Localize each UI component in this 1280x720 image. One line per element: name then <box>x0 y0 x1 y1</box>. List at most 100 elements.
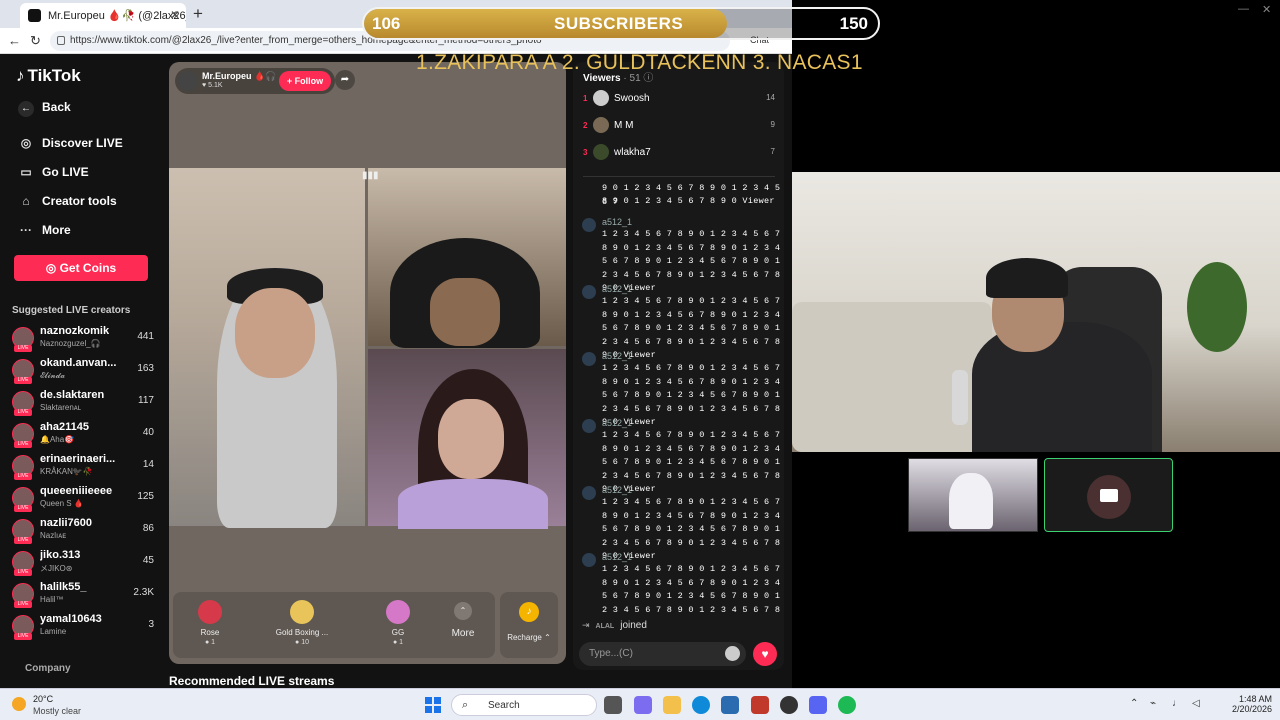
creator-name: queeeniiieeee <box>40 485 113 497</box>
gift-name: GG <box>391 628 405 637</box>
store-icon[interactable] <box>721 696 739 714</box>
spotify-icon[interactable] <box>838 696 856 714</box>
sidebar-item-go-live[interactable]: ▭ Go LIVE <box>18 165 88 179</box>
message-avatar <box>582 553 596 567</box>
creator-name: erinaerinaeri... <box>40 453 116 465</box>
emoji-icon[interactable] <box>725 646 740 661</box>
creator-display-name: Queen S 🩸 <box>40 499 84 508</box>
recharge-label: Recharge ⌃ <box>507 633 551 642</box>
host-face <box>235 288 315 378</box>
guest-video-panel-1[interactable] <box>368 168 566 348</box>
tiktok-page: ♪ TikTok ← Back ◎ Discover LIVE ▭ Go LIVE ⌂ C… <box>0 54 792 688</box>
minimize-icon[interactable]: — <box>1238 3 1249 15</box>
sidebar-item-creator-tools[interactable]: ⌂ Creator tools <box>18 194 116 208</box>
live-badge: LIVE <box>14 537 32 544</box>
close-tab-icon[interactable]: ✕ <box>170 8 180 22</box>
message-avatar <box>582 285 596 299</box>
guest-cam-2 <box>1044 458 1173 532</box>
chat-input[interactable]: Type...(C) <box>579 642 746 666</box>
creator-name: halilk55_ <box>40 581 87 593</box>
viewer-count: 163 <box>137 363 154 374</box>
top-viewer[interactable]: 2 M M 9 <box>583 117 775 137</box>
weather-desc: Mostly clear <box>33 706 82 716</box>
reload-icon[interactable]: ↻ <box>30 33 41 49</box>
sweater <box>398 479 548 529</box>
new-tab-icon[interactable]: + <box>193 4 203 24</box>
chat-messages[interactable]: 9 0 1 2 3 4 5 6 7 8 9 0 1 2 3 4 5 6 7 8 … <box>573 182 784 612</box>
viewer-avatar <box>593 144 609 160</box>
suggested-creator[interactable]: LIVE jiko.313 メJIKO⊛ 45 <box>12 549 154 579</box>
edge-icon[interactable] <box>692 696 710 714</box>
search-label: Search <box>488 700 520 711</box>
system-clock[interactable]: 1:48 AM 2/20/2026 <box>1222 694 1272 714</box>
message-username: a512_1 <box>602 284 633 294</box>
tab-title: Mr.Europeu 🩸🥀 (@2lax26_) is L <box>48 10 186 22</box>
suggested-creator[interactable]: LIVE nazlii7600 Nazlıᴀᴇ 86 <box>12 517 154 547</box>
taskbar-search[interactable]: ⌕ Search <box>451 694 597 716</box>
windows-start-icon[interactable] <box>425 697 441 713</box>
company-link[interactable]: Company <box>25 663 71 674</box>
top-supporters-ticker: 1.ZAKIPARA A 2. GULDTACKENN 3. NACAS1 <box>416 51 863 74</box>
camera-icon: ▭ <box>20 165 32 179</box>
live-stream-player[interactable]: ▮▮▮ Mr.Europeu 🩸🎧 ♥ 5.1K + Follow ➦ Rose… <box>169 62 566 664</box>
tiktok-logo[interactable]: ♪ TikTok <box>16 66 81 86</box>
like-heart-button[interactable]: ♥ <box>753 642 777 666</box>
suggested-creator[interactable]: LIVE yamal10643 Lamine 3 <box>12 613 154 643</box>
viewer-count: 86 <box>142 523 154 534</box>
suggested-title: Suggested LIVE creators <box>12 305 131 316</box>
viewer-count: 3 <box>148 619 154 630</box>
get-coins-button[interactable]: ◎ Get Coins <box>14 255 148 281</box>
acrobat-icon[interactable] <box>751 696 769 714</box>
copilot-icon[interactable] <box>634 696 652 714</box>
recharge-button[interactable]: ♪ Recharge ⌃ <box>500 592 558 658</box>
viewer-count: 441 <box>137 331 154 342</box>
suggested-creator[interactable]: LIVE naznozkomik Naznozguzel_🎧 441 <box>12 325 154 355</box>
gift-gg[interactable]: GG ● 1 <box>363 600 433 646</box>
suggested-creator[interactable]: LIVE de.slaktaren Slaktarenᴀʟ 117 <box>12 389 154 419</box>
guest-video-panel-2[interactable] <box>368 349 566 529</box>
back-button[interactable]: ← Back <box>18 100 71 117</box>
network-icon[interactable]: ⌁ <box>1150 698 1156 709</box>
more-gifts-button[interactable]: ⌃ More <box>431 600 495 639</box>
suggested-creator[interactable]: LIVE okand.anvan... 𝓔𝓵𝓲𝓷𝓭𝓪 163 <box>12 357 154 387</box>
live-badge: LIVE <box>14 409 32 416</box>
gift-gold-boxing[interactable]: Gold Boxing ... ● 10 <box>267 600 337 646</box>
gg-icon <box>386 600 410 624</box>
message-avatar <box>582 352 596 366</box>
message-username: a512_1 <box>602 418 633 428</box>
suggested-creator[interactable]: LIVE queeeniiieeee Queen S 🩸 125 <box>12 485 154 515</box>
follow-button[interactable]: + Follow <box>279 71 331 91</box>
close-window-icon[interactable]: ✕ <box>1262 3 1271 16</box>
task-view-icon[interactable] <box>604 696 622 714</box>
clock-date: 2/20/2026 <box>1231 704 1272 714</box>
back-arrow-icon[interactable]: ← <box>8 33 21 48</box>
speaker-icon[interactable]: ◁ <box>1192 698 1200 709</box>
share-icon[interactable]: ➦ <box>335 70 355 90</box>
viewer-count: 40 <box>142 427 154 438</box>
live-badge: LIVE <box>14 569 32 576</box>
live-badge: LIVE <box>14 441 32 448</box>
suggested-creator[interactable]: LIVE aha21145 🔔Aha🎯 40 <box>12 421 154 451</box>
file-explorer-icon[interactable] <box>663 696 681 714</box>
subscriber-goal-bar: 106 SUBSCRIBERS 150 <box>362 7 880 40</box>
top-viewer[interactable]: 3 wlakha7 7 <box>583 144 775 164</box>
viewer-rank: 1 <box>583 94 588 103</box>
top-viewer[interactable]: 1 Swoosh 14 <box>583 90 775 110</box>
host-info[interactable]: Mr.Europeu 🩸🎧 ♥ 5.1K + Follow <box>175 68 335 94</box>
get-coins-label: Get Coins <box>59 261 117 275</box>
sidebar-item-more[interactable]: ··· More <box>18 223 71 237</box>
subscriber-current: 106 <box>372 14 401 33</box>
discord-icon[interactable] <box>809 696 827 714</box>
gift-rose[interactable]: Rose ● 1 <box>175 600 245 646</box>
mic-icon[interactable]: ♩ <box>1172 698 1182 709</box>
host-video-panel[interactable] <box>169 168 365 528</box>
obs-icon[interactable] <box>780 696 798 714</box>
sidebar-item-discover-live[interactable]: ◎ Discover LIVE <box>18 136 123 150</box>
viewer-name: wlakha7 <box>614 147 651 158</box>
suggested-creator[interactable]: LIVE halilk55_ Halil™ 2.3K <box>12 581 154 611</box>
creator-name: yamal10643 <box>40 613 102 625</box>
suggested-creator[interactable]: LIVE erinaerinaeri... KRÅKAN🐦‍⬛🥀 14 <box>12 453 154 483</box>
tray-chevron-icon[interactable]: ⌃ <box>1130 698 1138 709</box>
more-label: More <box>451 628 475 639</box>
browser-tab[interactable]: Mr.Europeu 🩸🥀 (@2lax26_) is L ✕ <box>20 3 186 28</box>
